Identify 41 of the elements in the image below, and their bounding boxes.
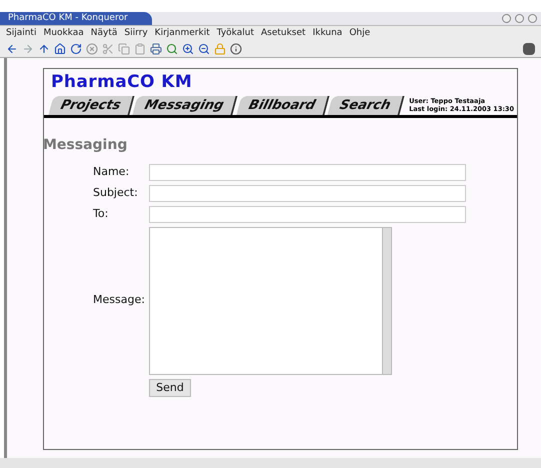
back-icon[interactable] (6, 43, 18, 55)
paste-icon[interactable] (134, 43, 146, 55)
send-button[interactable]: Send (149, 378, 191, 396)
printer-icon[interactable] (150, 43, 162, 55)
nav-tab[interactable]: Messaging (132, 96, 238, 114)
nav-tab[interactable]: Search (327, 96, 405, 114)
info-icon[interactable] (230, 43, 242, 55)
text-field[interactable] (149, 164, 466, 180)
stop-icon[interactable] (86, 43, 98, 55)
menu-item[interactable]: Asetukset (260, 26, 306, 40)
menu-item[interactable]: Siirry (124, 26, 148, 40)
text-field[interactable] (149, 184, 466, 202)
menu-item[interactable]: Ohje (349, 26, 370, 40)
home-icon[interactable] (54, 43, 66, 55)
search-icon[interactable] (166, 43, 178, 55)
up-icon[interactable] (38, 43, 50, 55)
zoom-out-icon[interactable] (198, 43, 210, 55)
menu-item[interactable]: Näytä (90, 26, 118, 40)
nav-tab[interactable]: Projects (48, 96, 135, 114)
menu-item[interactable]: Ikkuna (312, 26, 342, 40)
copy-icon[interactable] (118, 43, 130, 55)
field-label: Subject: (93, 184, 139, 201)
menu-item[interactable]: Sijainti (6, 26, 36, 40)
window-title: PharmaCO KM - Konqueror (0, 12, 152, 25)
reload-icon[interactable] (70, 43, 82, 55)
nav-tab[interactable]: Billboard (236, 96, 330, 114)
field-label: Name: (93, 164, 130, 180)
forward-icon[interactable] (22, 43, 34, 55)
zoom-in-icon[interactable] (182, 43, 194, 55)
page-heading: Messaging (43, 136, 128, 154)
cut-icon[interactable] (102, 43, 114, 55)
scrollbar[interactable] (382, 228, 391, 374)
field-label: Message: (93, 292, 146, 308)
lock-icon[interactable] (214, 43, 226, 55)
field-label: To: (93, 206, 110, 222)
menu-item[interactable]: Kirjanmerkit (154, 26, 210, 40)
message-area[interactable] (149, 226, 392, 374)
menu-item[interactable]: Työkalut (216, 26, 254, 40)
text-field[interactable] (149, 206, 466, 222)
logo: PharmaCO KM (50, 71, 194, 94)
menu-item[interactable]: Muokkaa (43, 26, 84, 40)
